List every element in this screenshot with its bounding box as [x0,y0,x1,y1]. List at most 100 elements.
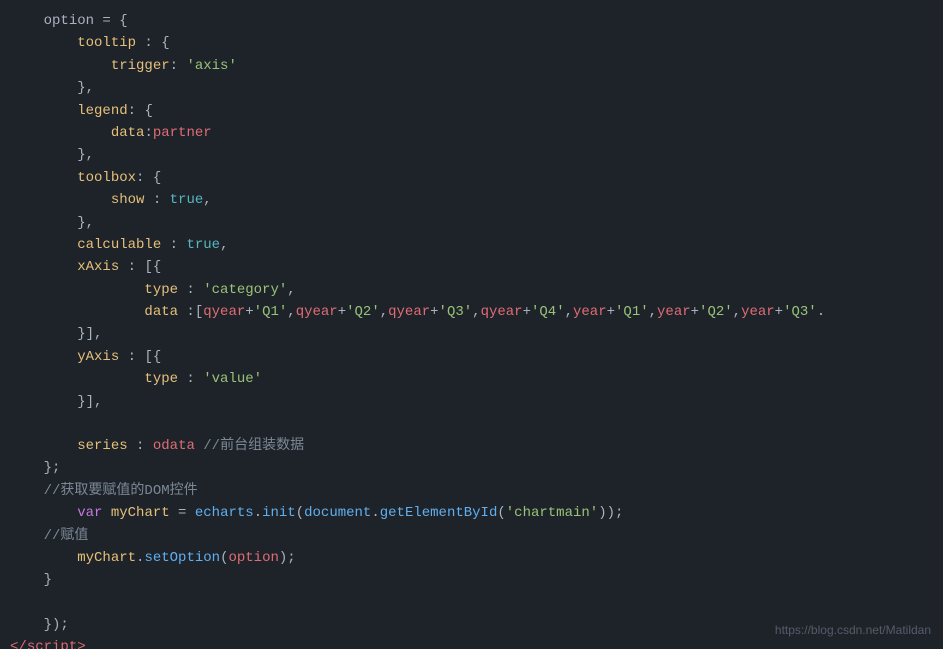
token-c-white: , [287,279,295,301]
token-c-white: ( [296,502,304,524]
token-c-white: : { [136,32,170,54]
token-c-white: + [691,301,699,323]
token-c-key: qyear [388,301,430,323]
token-c-white: :[ [178,301,203,323]
code-line: option = { [0,10,943,32]
token-c-comment: //获取要赋值的DOM控件 [44,480,198,502]
code-line: var myChart = echarts.init(document.getE… [0,502,943,524]
code-line: }], [0,323,943,345]
code-line: //获取要赋值的DOM控件 [0,480,943,502]
token-c-prop: toolbox [77,167,136,189]
token-c-white: + [245,301,253,323]
code-line: </script> [0,636,943,649]
token-c-white: : [{ [119,346,161,368]
token-c-key: </ [10,636,27,649]
token-c-prop: trigger [111,55,170,77]
token-c-white: } [44,569,52,591]
token-c-white: ( [497,502,505,524]
token-c-prop: show [111,189,145,211]
token-c-white: = [170,502,195,524]
token-c-white: }, [77,77,94,99]
token-c-white: }; [44,457,61,479]
token-c-string: 'Q4' [531,301,565,323]
token-c-white: , [380,301,388,323]
token-c-string: 'Q3' [783,301,817,323]
code-line [0,413,943,435]
code-line: show : true, [0,189,943,211]
token-c-white: + [338,301,346,323]
token-c-white: }], [77,391,102,413]
code-line: toolbox: { [0,167,943,189]
code-line: data:partner [0,122,943,144]
token-c-string: 'Q3' [439,301,473,323]
token-c-bool: true [170,189,204,211]
token-c-key: qyear [481,301,523,323]
token-c-func: echarts [195,502,254,524]
token-c-white: : [178,279,203,301]
token-c-string: 'Q2' [346,301,380,323]
token-c-white: ( [220,547,228,569]
code-editor: option = { tooltip : { trigger: 'axis' }… [0,0,943,649]
code-line: yAxis : [{ [0,346,943,368]
code-line: }], [0,391,943,413]
token-c-white: , [565,301,573,323]
token-c-white: , [472,301,480,323]
token-c-prop: yAxis [77,346,119,368]
token-c-string: 'axis' [186,55,236,77]
token-c-func: setOption [144,547,220,569]
token-c-white: + [523,301,531,323]
token-c-white: : [144,122,152,144]
code-line: xAxis : [{ [0,256,943,278]
token-c-key: year [657,301,691,323]
token-c-comment: //赋值 [44,525,89,547]
token-c-func: init [262,502,296,524]
token-c-keyword: var [77,502,102,524]
token-c-white: : [161,234,186,256]
token-c-white: , [733,301,741,323]
token-c-string: 'Q1' [615,301,649,323]
token-c-white: }); [44,614,69,636]
token-c-white: : { [128,100,153,122]
token-c-key: > [77,636,85,649]
token-c-white: : [144,189,169,211]
token-c-white: + [775,301,783,323]
token-c-white: . [371,502,379,524]
token-c-string: 'category' [203,279,287,301]
token-c-prop: series [77,435,127,457]
code-line: type : 'value' [0,368,943,390]
token-c-prop: type [144,368,178,390]
token-c-white: : [178,368,203,390]
code-line: }, [0,77,943,99]
code-line: type : 'category', [0,279,943,301]
token-c-white: + [430,301,438,323]
token-c-white: : { [136,167,161,189]
token-c-var: myChart [77,547,136,569]
token-c-white: : [170,55,187,77]
token-c-white [102,502,110,524]
token-c-white: , [287,301,295,323]
code-line: legend: { [0,100,943,122]
token-c-white: }], [77,323,102,345]
token-c-string: 'value' [203,368,262,390]
token-c-white: }, [77,144,94,166]
watermark: https://blog.csdn.net/Matildan [775,623,931,637]
token-c-prop: tooltip [77,32,136,54]
token-c-prop: xAxis [77,256,119,278]
code-line: } [0,569,943,591]
token-c-white: + [607,301,615,323]
code-line: calculable : true, [0,234,943,256]
code-line: }, [0,144,943,166]
code-line: }, [0,212,943,234]
token-c-key: qyear [296,301,338,323]
code-line: data :[qyear+'Q1',qyear+'Q2',qyear+'Q3',… [0,301,943,323]
token-c-key: qyear [203,301,245,323]
token-c-prop: legend [77,100,127,122]
token-c-white: ); [279,547,296,569]
token-c-var: myChart [111,502,170,524]
token-c-key: script [27,636,77,649]
code-content: option = { tooltip : { trigger: 'axis' }… [0,10,943,649]
token-c-white: : [128,435,153,457]
code-line: }; [0,457,943,479]
token-c-white: , [649,301,657,323]
token-c-key: year [741,301,775,323]
